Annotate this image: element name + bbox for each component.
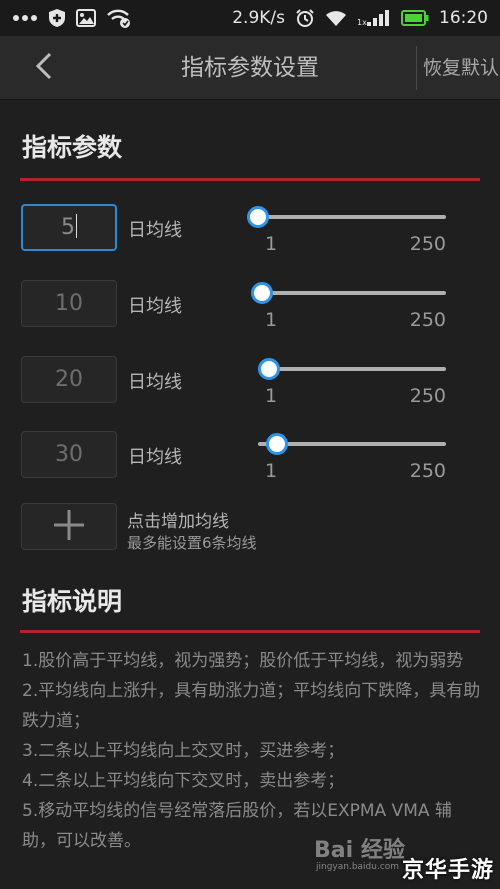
ma-period-input[interactable]: 30 <box>21 431 117 478</box>
desc-line: 4.二条以上平均线向下交叉时，卖出参考； <box>22 771 345 791</box>
ma-row-2: 10 日均线 1 250 <box>0 280 500 340</box>
clock: 16:20 <box>439 8 488 28</box>
wifi-icon <box>325 9 347 27</box>
alarm-icon <box>295 8 315 28</box>
ma-period-slider[interactable]: 1 250 <box>251 280 446 340</box>
ma-unit-label: 日均线 <box>128 372 182 393</box>
add-ma-label[interactable]: 点击增加均线 <box>127 507 229 532</box>
more-icon <box>12 14 38 22</box>
title-bar: 指标参数设置 恢复默认 <box>0 36 500 100</box>
plus-icon <box>52 508 86 546</box>
slider-min-label: 1 <box>265 460 278 482</box>
text-caret <box>76 214 77 238</box>
desc-line: 2.平均线向上涨升，具有助涨力道；平均线向下跌降，具有助跌力道； <box>22 681 481 731</box>
slider-track <box>258 367 446 371</box>
params-section-title: 指标参数 <box>22 133 123 162</box>
status-right: 2.9K/s 1x 16:20 <box>232 8 488 28</box>
slider-track <box>258 291 446 295</box>
slider-thumb[interactable] <box>258 358 280 380</box>
watermark: Bai 经验 jingyan.baidu.com 京华手游 <box>314 832 494 888</box>
slider-max-label: 250 <box>409 233 446 255</box>
battery-icon <box>401 10 429 26</box>
ma-row-1: 5 日均线 1 250 <box>0 204 500 264</box>
slider-min-label: 1 <box>265 309 278 331</box>
add-ma-row: 点击增加均线 最多能设置6条均线 <box>0 503 500 553</box>
watermark-url: jingyan.baidu.com <box>316 862 400 872</box>
slider-track <box>258 215 446 219</box>
ma-row-3: 20 日均线 1 250 <box>0 356 500 416</box>
ma-row-4: 30 日均线 1 250 <box>0 431 500 491</box>
slider-thumb[interactable] <box>251 282 273 304</box>
params-divider <box>20 178 480 181</box>
reset-default-button[interactable]: 恢复默认 <box>416 46 500 90</box>
ma-period-input[interactable]: 5 <box>21 204 117 251</box>
image-icon <box>76 9 96 27</box>
desc-line: 1.股价高于平均线，视为强势；股价低于平均线，视为弱势 <box>22 651 464 671</box>
ma-period-slider[interactable]: 1 250 <box>258 356 446 416</box>
slider-max-label: 250 <box>409 460 446 482</box>
watermark-tag: 京华手游 <box>401 858 494 883</box>
shield-icon <box>48 8 66 28</box>
wifi-sync-icon <box>106 8 132 28</box>
add-ma-hint: 最多能设置6条均线 <box>127 534 257 552</box>
desc-divider <box>20 630 480 633</box>
signal-icon: 1x <box>357 9 391 27</box>
indicator-description: 1.股价高于平均线，视为强势；股价低于平均线，视为弱势 2.平均线向上涨升，具有… <box>22 646 482 856</box>
add-ma-button[interactable] <box>21 503 117 550</box>
status-left <box>12 8 132 28</box>
ma-unit-label: 日均线 <box>128 296 182 317</box>
slider-max-label: 250 <box>409 385 446 407</box>
sim-label: 1x <box>357 18 367 27</box>
desc-section-title: 指标说明 <box>22 587 123 616</box>
slider-min-label: 1 <box>265 233 278 255</box>
slider-min-label: 1 <box>265 385 278 407</box>
watermark-brand: Bai 经验 <box>314 838 405 863</box>
status-bar: 2.9K/s 1x 16:20 <box>0 0 500 36</box>
ma-period-input[interactable]: 20 <box>21 356 117 403</box>
network-speed: 2.9K/s <box>232 8 285 28</box>
slider-thumb[interactable] <box>247 206 269 228</box>
slider-max-label: 250 <box>409 309 446 331</box>
ma-unit-label: 日均线 <box>128 447 182 468</box>
ma-period-slider[interactable]: 1 250 <box>258 431 446 491</box>
ma-period-slider[interactable]: 1 250 <box>247 204 446 264</box>
ma-unit-label: 日均线 <box>128 220 182 241</box>
desc-line: 3.二条以上平均线向上交叉时，买进参考； <box>22 741 345 761</box>
slider-thumb[interactable] <box>266 433 288 455</box>
ma-period-input[interactable]: 10 <box>21 280 117 327</box>
